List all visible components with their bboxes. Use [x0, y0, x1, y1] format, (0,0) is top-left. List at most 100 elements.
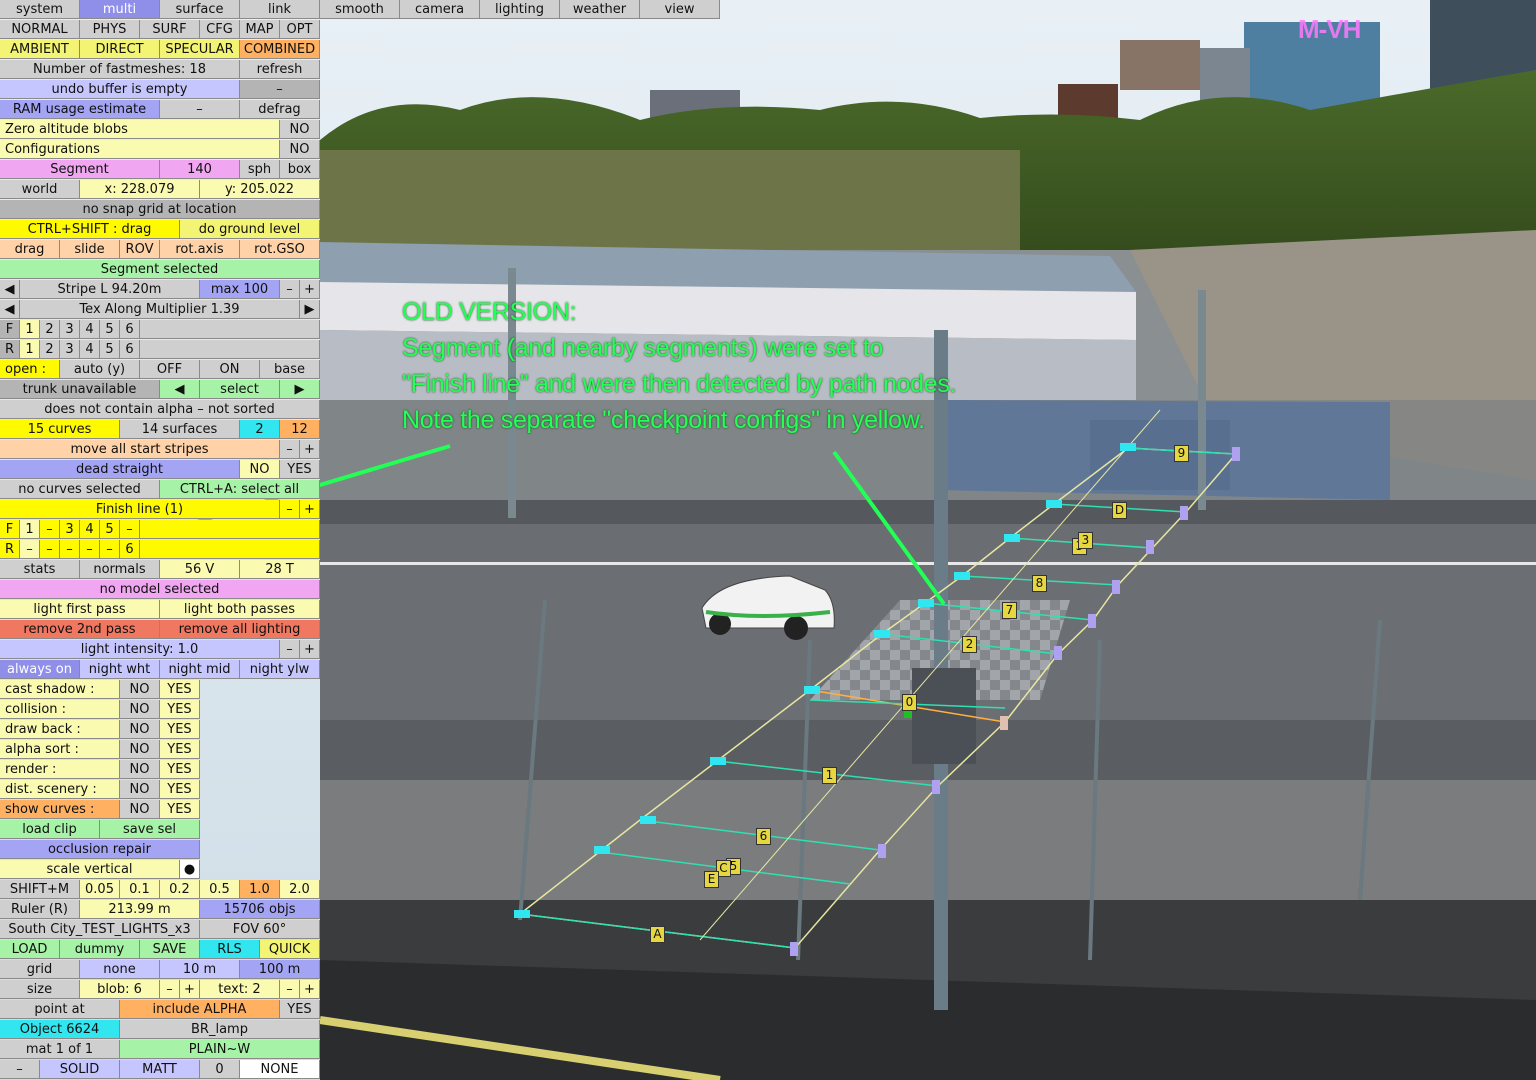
- f-1[interactable]: 1: [20, 320, 40, 339]
- none-button[interactable]: NONE: [240, 1060, 320, 1079]
- scale-0-1[interactable]: 0.1: [120, 880, 160, 899]
- normals-button[interactable]: normals: [80, 560, 160, 579]
- night-always-on[interactable]: always on: [0, 660, 80, 679]
- dist-scenery-yes[interactable]: YES: [160, 780, 200, 799]
- ruler-button[interactable]: Ruler (R): [0, 900, 80, 919]
- collision-yes[interactable]: YES: [160, 700, 200, 719]
- zero-altitude-toggle[interactable]: NO: [280, 120, 320, 139]
- ctrl-a-select-all[interactable]: CTRL+A: select all: [160, 480, 320, 499]
- material-minus[interactable]: –: [0, 1060, 40, 1079]
- light-combined[interactable]: COMBINED: [240, 40, 320, 59]
- defrag-button[interactable]: defrag: [240, 100, 320, 119]
- trunk-right-arrow[interactable]: ▶: [280, 380, 320, 399]
- mode-surf[interactable]: SURF: [140, 20, 200, 39]
- quick-button[interactable]: QUICK: [260, 940, 320, 959]
- show-curves-no[interactable]: NO: [120, 800, 160, 819]
- rot-axis-button[interactable]: rot.axis: [160, 240, 240, 259]
- finish-r-2[interactable]: –: [40, 540, 60, 559]
- tab-smooth[interactable]: smooth: [320, 0, 400, 19]
- night-white[interactable]: night wht: [80, 660, 160, 679]
- scale-0-5[interactable]: 0.5: [200, 880, 240, 899]
- tab-multi[interactable]: multi: [80, 0, 160, 19]
- zero-altitude-blobs[interactable]: Zero altitude blobs: [0, 120, 280, 139]
- finish-f-5[interactable]: 5: [100, 520, 120, 539]
- scale-2-0[interactable]: 2.0: [280, 880, 320, 899]
- finish-f-6[interactable]: –: [120, 520, 140, 539]
- light-specular[interactable]: SPECULAR: [160, 40, 240, 59]
- f-3[interactable]: 3: [60, 320, 80, 339]
- point-at-button[interactable]: point at: [0, 1000, 120, 1019]
- tab-surface[interactable]: surface: [160, 0, 240, 19]
- open-base[interactable]: base: [260, 360, 320, 379]
- mode-map[interactable]: MAP: [240, 20, 280, 39]
- configurations[interactable]: Configurations: [0, 140, 280, 159]
- draw-back-no[interactable]: NO: [120, 720, 160, 739]
- r-5[interactable]: 5: [100, 340, 120, 359]
- trunk-select[interactable]: select: [200, 380, 280, 399]
- mode-opt[interactable]: OPT: [280, 20, 320, 39]
- blob-minus[interactable]: –: [160, 980, 180, 999]
- light-both-passes[interactable]: light both passes: [160, 600, 320, 619]
- finish-r-5[interactable]: –: [100, 540, 120, 559]
- stripe-minus[interactable]: –: [280, 280, 300, 299]
- count-12[interactable]: 12: [280, 420, 320, 439]
- stripes-minus[interactable]: –: [280, 440, 300, 459]
- scale-vertical-radio[interactable]: ●: [180, 860, 200, 879]
- surfaces-count[interactable]: 14 surfaces: [120, 420, 240, 439]
- stripe-plus[interactable]: +: [300, 280, 320, 299]
- drag-button[interactable]: drag: [0, 240, 60, 259]
- finish-r-1[interactable]: –: [20, 540, 40, 559]
- dummy-button[interactable]: dummy: [60, 940, 140, 959]
- dead-straight-yes[interactable]: YES: [280, 460, 320, 479]
- include-alpha-yes[interactable]: YES: [280, 1000, 320, 1019]
- fov-value[interactable]: FOV 60°: [200, 920, 320, 939]
- rov-button[interactable]: ROV: [120, 240, 160, 259]
- grid-100m[interactable]: 100 m: [240, 960, 320, 979]
- dead-straight[interactable]: dead straight: [0, 460, 240, 479]
- finish-r-6[interactable]: 6: [120, 540, 140, 559]
- material-name[interactable]: PLAIN~W: [120, 1040, 320, 1059]
- grid-none[interactable]: none: [80, 960, 160, 979]
- finish-f-2[interactable]: –: [40, 520, 60, 539]
- sph-button[interactable]: sph: [240, 160, 280, 179]
- f-2[interactable]: 2: [40, 320, 60, 339]
- collision-no[interactable]: NO: [120, 700, 160, 719]
- open-on[interactable]: ON: [200, 360, 260, 379]
- occlusion-repair-button[interactable]: occlusion repair: [0, 840, 200, 859]
- rot-gso-button[interactable]: rot.GSO: [240, 240, 320, 259]
- finish-r-3[interactable]: –: [60, 540, 80, 559]
- light-first-pass[interactable]: light first pass: [0, 600, 160, 619]
- tab-view[interactable]: view: [640, 0, 720, 19]
- finish-r-4[interactable]: –: [80, 540, 100, 559]
- slide-button[interactable]: slide: [60, 240, 120, 259]
- night-mid[interactable]: night mid: [160, 660, 240, 679]
- finish-f-4[interactable]: 4: [80, 520, 100, 539]
- finish-line[interactable]: Finish line (1): [0, 500, 280, 519]
- mode-cfg[interactable]: CFG: [200, 20, 240, 39]
- stripe-left-arrow[interactable]: ◀: [0, 280, 20, 299]
- text-minus[interactable]: –: [280, 980, 300, 999]
- scale-0-05[interactable]: 0.05: [80, 880, 120, 899]
- cast-shadow-yes[interactable]: YES: [160, 680, 200, 699]
- f-5[interactable]: 5: [100, 320, 120, 339]
- light-direct[interactable]: DIRECT: [80, 40, 160, 59]
- save-sel-button[interactable]: save sel: [100, 820, 200, 839]
- refresh-button[interactable]: refresh: [240, 60, 320, 79]
- solid-button[interactable]: SOLID: [40, 1060, 120, 1079]
- finish-f-1[interactable]: 1: [20, 520, 40, 539]
- alpha-sort-no[interactable]: NO: [120, 740, 160, 759]
- configurations-toggle[interactable]: NO: [280, 140, 320, 159]
- remove-all-lighting[interactable]: remove all lighting: [160, 620, 320, 639]
- grid-10m[interactable]: 10 m: [160, 960, 240, 979]
- r-4[interactable]: 4: [80, 340, 100, 359]
- curves-count[interactable]: 15 curves: [0, 420, 120, 439]
- mode-phys[interactable]: PHYS: [80, 20, 140, 39]
- ram-estimate-button[interactable]: RAM usage estimate: [0, 100, 160, 119]
- box-button[interactable]: box: [280, 160, 320, 179]
- r-6[interactable]: 6: [120, 340, 140, 359]
- cast-shadow-no[interactable]: NO: [120, 680, 160, 699]
- world-button[interactable]: world: [0, 180, 80, 199]
- stripes-plus[interactable]: +: [300, 440, 320, 459]
- dist-scenery-no[interactable]: NO: [120, 780, 160, 799]
- rls-button[interactable]: RLS: [200, 940, 260, 959]
